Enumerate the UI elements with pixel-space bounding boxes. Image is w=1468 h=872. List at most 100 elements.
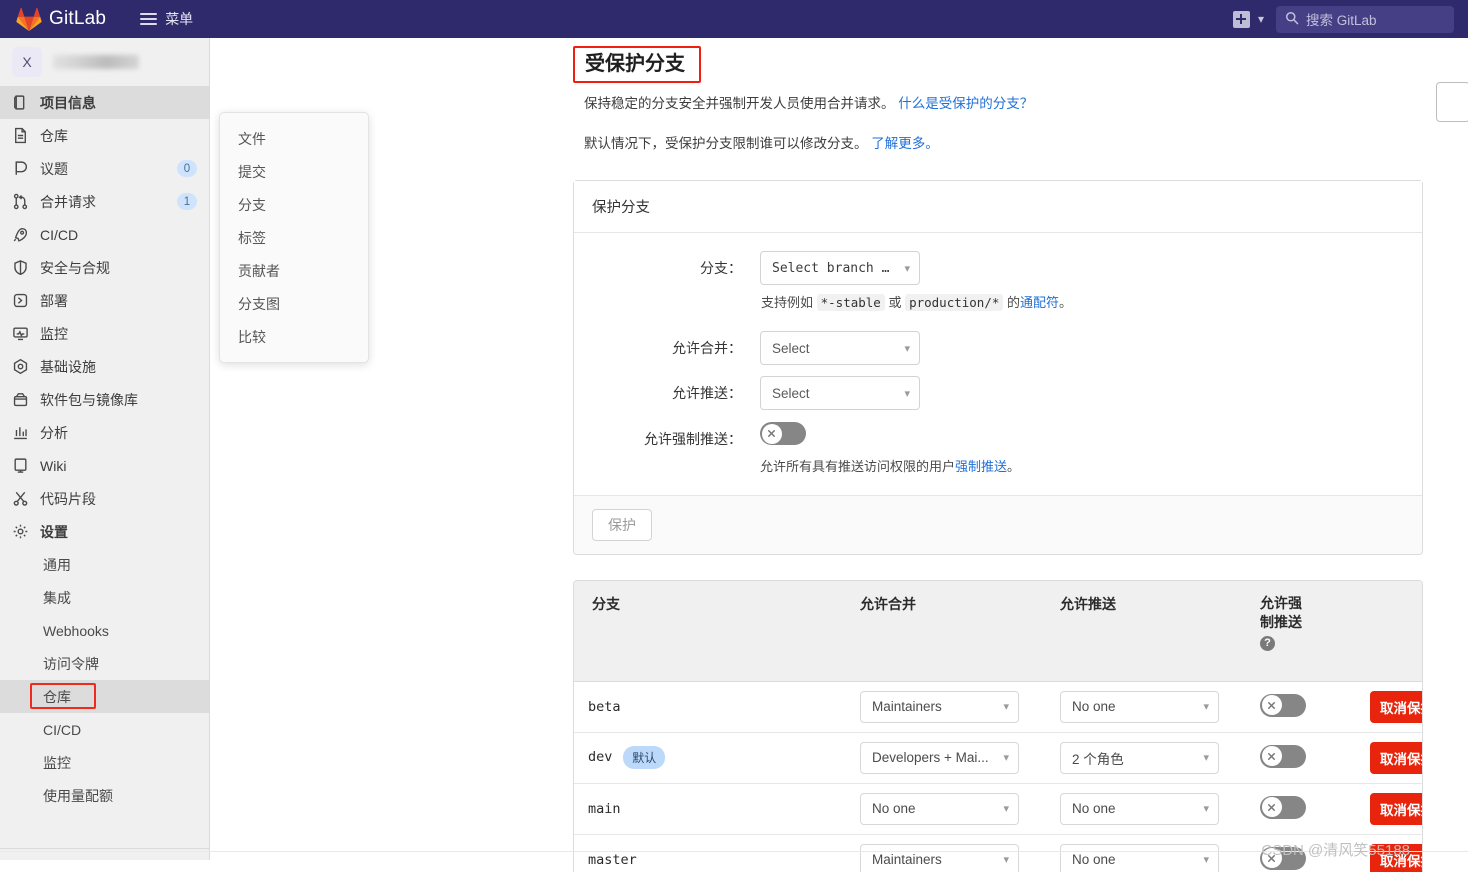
sidebar-item-monitor[interactable]: 监控	[0, 317, 209, 350]
allow-force-push-toggle[interactable]	[1260, 795, 1306, 819]
force-push-link[interactable]: 强制推送	[955, 459, 1007, 474]
allow-merge-select[interactable]: Maintainers ▾	[860, 843, 1019, 872]
info-book-icon	[12, 94, 29, 111]
plus-square-icon[interactable]	[1232, 10, 1250, 28]
allow-merge-value: Maintainers	[872, 699, 942, 715]
gitlab-logo-icon[interactable]	[16, 7, 42, 31]
sidebar-item-repository[interactable]: 仓库	[0, 119, 209, 152]
infrastructure-icon	[12, 358, 29, 375]
sidebar-subitem-label: 访问令牌	[43, 655, 99, 672]
allow-force-push-toggle[interactable]	[1260, 744, 1306, 768]
allow-merge-label: 允许合并：	[672, 340, 742, 356]
sidebar-item-wiki[interactable]: Wiki	[0, 449, 209, 482]
hint-code-production: production/*	[905, 294, 1004, 311]
allow-push-select[interactable]: Select ▾	[760, 376, 920, 410]
sidebar-subitem-webhooks[interactable]: Webhooks	[0, 614, 209, 647]
branch-select[interactable]: Select branch … ▾	[760, 251, 920, 285]
protected-branches-page: 受保护分支 保持稳定的分支安全并强制开发人员使用合并请求。 什么是受保护的分支？…	[573, 46, 1423, 872]
flyout-item-tags[interactable]: 标签	[220, 221, 368, 254]
sidebar-item-label: 安全与合规	[40, 259, 110, 276]
sidebar-item-project-info[interactable]: 项目信息	[0, 86, 209, 119]
allow-merge-value: Maintainers	[872, 852, 942, 868]
flyout-item-label: 分支图	[238, 295, 280, 312]
force-header-line1: 允许强	[1260, 595, 1302, 611]
allow-merge-select[interactable]: No one ▾	[860, 792, 1019, 825]
sidebar-item-merge-requests[interactable]: 合并请求 1	[0, 185, 209, 218]
branch-field: Select branch … ▾ 支持例如 *-stable 或 produc…	[760, 251, 1404, 325]
flyout-item-branches[interactable]: 分支	[220, 188, 368, 221]
allow-merge-select[interactable]: Developers + Mai... ▾	[860, 741, 1019, 774]
sidebar-item-security[interactable]: 安全与合规	[0, 251, 209, 284]
sidebar-subitem-label: 集成	[43, 589, 71, 606]
toggle-knob	[1261, 695, 1282, 716]
sidebar-item-cicd[interactable]: CI/CD	[0, 218, 209, 251]
settings-subnav: 通用 集成 Webhooks 访问令牌 仓库 CI/CD 监控 使用量配额	[0, 548, 209, 812]
close-icon	[768, 430, 775, 437]
toggle-knob	[1261, 797, 1282, 818]
flyout-item-contributors[interactable]: 贡献者	[220, 254, 368, 287]
sidebar-subitem-integrations[interactable]: 集成	[0, 581, 209, 614]
project-header[interactable]: X	[0, 38, 209, 86]
flyout-item-compare[interactable]: 比较	[220, 320, 368, 353]
sidebar-item-settings[interactable]: 设置	[0, 515, 209, 548]
cell-allow-push: No one ▾	[1046, 834, 1246, 872]
sidebar-item-infrastructure[interactable]: 基础设施	[0, 350, 209, 383]
main-menu-button[interactable]: 菜单	[134, 5, 199, 33]
allow-push-select[interactable]: No one ▾	[1060, 792, 1219, 825]
sidebar-subitem-access-tokens[interactable]: 访问令牌	[0, 647, 209, 680]
sidebar-subitem-monitor[interactable]: 监控	[0, 746, 209, 779]
allow-force-push-label: 允许强制推送：	[644, 431, 742, 447]
question-mark-icon[interactable]: ?	[1260, 635, 1275, 651]
flyout-item-files[interactable]: 文件	[220, 122, 368, 155]
flyout-item-label: 标签	[238, 229, 266, 246]
sidebar-item-label: 基础设施	[40, 358, 96, 375]
sidebar-item-label: Wiki	[40, 457, 67, 474]
sidebar-item-packages[interactable]: 软件包与镜像库	[0, 383, 209, 416]
avatar: X	[12, 47, 42, 77]
cell-actions: 取消保护	[1356, 783, 1422, 835]
sidebar-subitem-repository[interactable]: 仓库	[0, 680, 209, 713]
unprotect-button[interactable]: 取消保护	[1370, 690, 1422, 723]
hint-end: 。	[1059, 295, 1073, 310]
search-input[interactable]: 搜索 GitLab	[1276, 5, 1454, 33]
sidebar-item-analytics[interactable]: 分析	[0, 416, 209, 449]
card-footer: 保护	[574, 495, 1422, 554]
sidebar-item-label: 代码片段	[40, 490, 96, 507]
branch-label: 分支：	[700, 260, 742, 276]
protect-button[interactable]: 保护	[592, 509, 652, 541]
column-header-branch: 分支	[574, 581, 846, 682]
sidebar-subitem-usage-quota[interactable]: 使用量配额	[0, 779, 209, 812]
allow-force-push-toggle[interactable]	[760, 422, 806, 445]
table-row: main No one ▾ No one ▾ 取消保	[574, 783, 1422, 835]
cell-allow-force-push	[1246, 783, 1356, 835]
flyout-item-commits[interactable]: 提交	[220, 155, 368, 188]
watermark: CSDN @清风笑55188	[1261, 842, 1410, 859]
cell-allow-force-push	[1246, 681, 1356, 733]
allow-merge-select[interactable]: Select ▾	[760, 331, 920, 365]
allow-push-select[interactable]: No one ▾	[1060, 843, 1219, 872]
allow-push-select[interactable]: 2 个角色 ▾	[1060, 741, 1219, 774]
allow-merge-row: 允许合并： Select ▾	[592, 331, 1404, 365]
allow-force-push-toggle[interactable]	[1260, 693, 1306, 717]
main-content: 受保护分支 保持稳定的分支安全并强制开发人员使用合并请求。 什么是受保护的分支？…	[210, 38, 1468, 872]
sidebar-item-snippets[interactable]: 代码片段	[0, 482, 209, 515]
allow-merge-select[interactable]: Maintainers ▾	[860, 690, 1019, 723]
learn-more-link[interactable]: 了解更多。	[871, 136, 939, 151]
sidebar-item-issues[interactable]: 议题 0	[0, 152, 209, 185]
sidebar-item-label: 项目信息	[40, 94, 96, 111]
sidebar-subitem-general[interactable]: 通用	[0, 548, 209, 581]
cell-branch: dev 默认	[574, 732, 846, 784]
allow-push-value: 2 个角色	[1072, 751, 1124, 767]
sidebar-subitem-label: 使用量配额	[43, 787, 113, 804]
sidebar-subitem-cicd[interactable]: CI/CD	[0, 713, 209, 746]
sidebar-item-deploy[interactable]: 部署	[0, 284, 209, 317]
unprotect-button[interactable]: 取消保护	[1370, 741, 1422, 774]
sidebar-item-label: 设置	[40, 523, 68, 540]
chevron-down-icon[interactable]: ▾	[1258, 13, 1264, 25]
allow-push-select[interactable]: No one ▾	[1060, 690, 1219, 723]
wildcard-link[interactable]: 通配符	[1020, 295, 1059, 310]
unprotect-button[interactable]: 取消保护	[1370, 792, 1422, 825]
table-row: dev 默认 Developers + Mai... ▾ 2 个角色 ▾ 取消保	[574, 732, 1422, 784]
flyout-item-graph[interactable]: 分支图	[220, 287, 368, 320]
what-is-protected-branch-link[interactable]: 什么是受保护的分支？	[898, 96, 1033, 111]
